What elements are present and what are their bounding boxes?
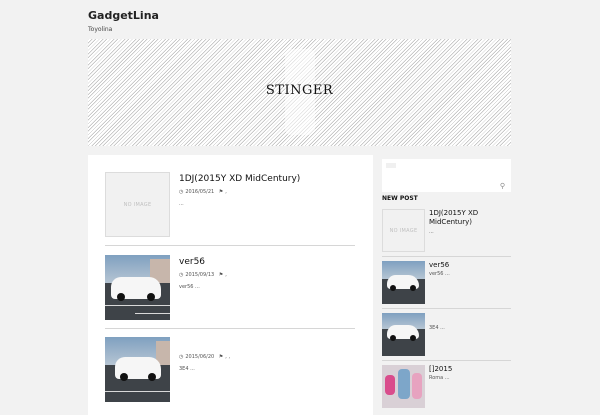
sidebar-divider	[382, 360, 511, 361]
sidebar-item-excerpt: Roma ...	[429, 375, 450, 381]
post-thumbnail[interactable]	[105, 337, 170, 402]
post-thumbnail[interactable]: NO IMAGE	[105, 172, 170, 237]
sidebar-item-title[interactable]: ver56	[429, 261, 511, 270]
sidebar-item-excerpt: ...	[429, 229, 434, 235]
post-excerpt: ver56 ...	[179, 284, 200, 290]
post-list: NO IMAGE 1DJ(2015Y XD MidCentury) ◷ 2016/…	[88, 155, 373, 415]
post-excerpt: 3E4 ...	[179, 366, 195, 372]
sidebar-item-title[interactable]: 1DJ(2015Y XD MidCentury)	[429, 209, 511, 227]
sidebar-item[interactable]: []2015 Roma ...	[382, 365, 511, 408]
post-meta: ◷ 2016/05/21 ⚑,	[179, 189, 227, 195]
sidebar-thumbnail[interactable]: NO IMAGE	[382, 209, 425, 252]
search-icon[interactable]: ⚲	[500, 182, 505, 190]
post-item[interactable]: NO IMAGE 1DJ(2015Y XD MidCentury) ◷ 2016/…	[105, 172, 355, 242]
sidebar: ⚲ NEW POST NO IMAGE 1DJ(2015Y XD MidCent…	[374, 155, 511, 415]
sidebar-item[interactable]: NO IMAGE 1DJ(2015Y XD MidCentury) ...	[382, 209, 511, 252]
search-input[interactable]	[386, 163, 396, 168]
sidebar-divider	[382, 256, 511, 257]
post-thumbnail[interactable]	[105, 255, 170, 320]
search-widget[interactable]: ⚲	[382, 159, 511, 192]
sidebar-item-excerpt: ver56 ...	[429, 271, 450, 277]
post-divider	[105, 245, 355, 246]
sidebar-item[interactable]: 3E4 ...	[382, 313, 511, 356]
sidebar-divider	[382, 308, 511, 309]
post-item[interactable]: ver56 ◷ 2015/09/13 ⚑, ver56 ...	[105, 255, 355, 325]
post-tags[interactable]: ,	[225, 189, 227, 195]
post-date: 2015/06/20	[185, 354, 215, 360]
no-image-label: NO IMAGE	[389, 227, 418, 234]
tag-icon: ⚑	[218, 272, 224, 278]
header-banner[interactable]: STINGER	[88, 39, 511, 146]
tag-icon: ⚑	[218, 189, 224, 195]
site-description: Toyolina	[88, 26, 113, 33]
post-title[interactable]: 1DJ(2015Y XD MidCentury)	[179, 174, 300, 184]
clock-icon: ◷	[179, 189, 184, 195]
post-title[interactable]: ver56	[179, 257, 205, 267]
sidebar-item-title[interactable]: []2015	[429, 365, 511, 374]
sidebar-thumbnail[interactable]	[382, 261, 425, 304]
site-title[interactable]: GadgetLina	[88, 9, 159, 22]
tag-icon: ⚑	[218, 354, 224, 360]
clock-icon: ◷	[179, 272, 184, 278]
banner-text: STINGER	[265, 83, 334, 98]
sidebar-thumbnail[interactable]	[382, 365, 425, 408]
post-meta: ◷ 2015/09/13 ⚑,	[179, 272, 227, 278]
clock-icon: ◷	[179, 354, 184, 360]
sidebar-item[interactable]: ver56 ver56 ...	[382, 261, 511, 304]
post-divider	[105, 328, 355, 329]
post-date: 2015/09/13	[185, 272, 215, 278]
sidebar-item-excerpt: 3E4 ...	[429, 325, 445, 331]
post-meta: ◷ 2015/06/20 ⚑, ,	[179, 354, 230, 360]
post-tags[interactable]: , ,	[225, 354, 230, 360]
post-excerpt: ...	[179, 201, 184, 207]
post-item[interactable]: ◷ 2015/06/20 ⚑, , 3E4 ...	[105, 337, 355, 407]
new-post-heading: NEW POST	[382, 195, 418, 202]
no-image-label: NO IMAGE	[123, 201, 152, 208]
sidebar-thumbnail[interactable]	[382, 313, 425, 356]
post-date: 2016/05/21	[185, 189, 215, 195]
post-tags[interactable]: ,	[225, 272, 227, 278]
